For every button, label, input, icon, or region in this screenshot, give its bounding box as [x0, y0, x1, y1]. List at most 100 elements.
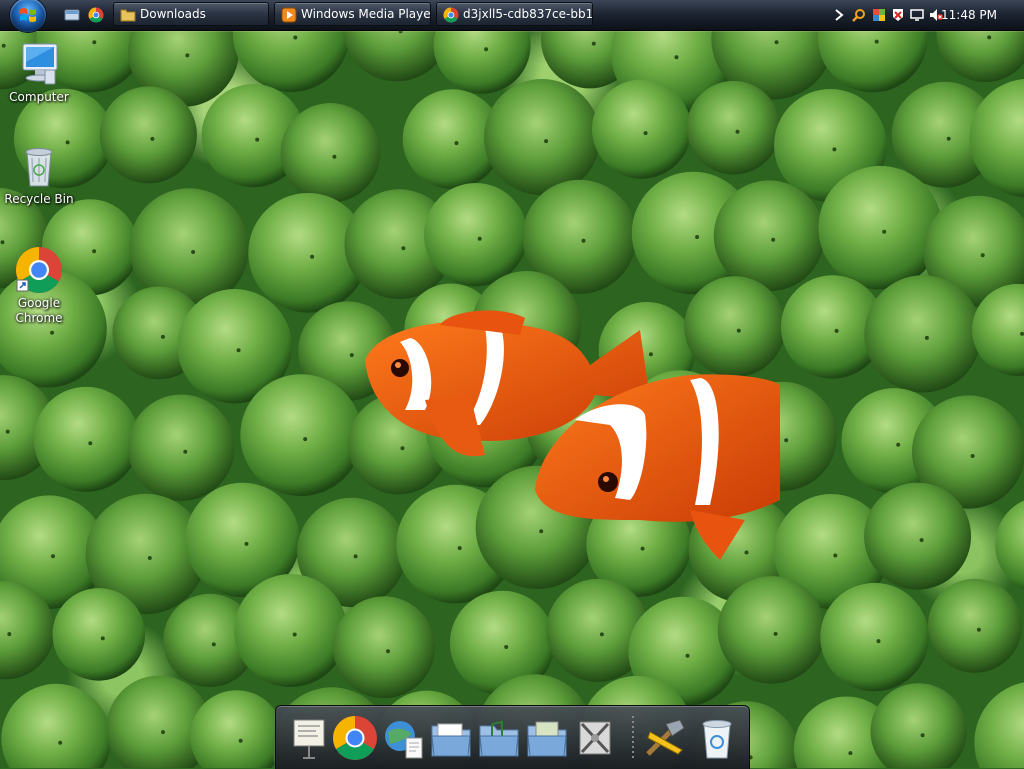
- anemone-bubble: [995, 496, 1024, 593]
- taskbar-button-media-player[interactable]: Windows Media Player: [274, 2, 431, 26]
- anemone-center: [303, 437, 307, 441]
- chrome-icon[interactable]: [332, 714, 378, 762]
- anemone-center: [7, 632, 11, 636]
- anemone-bubble: [684, 276, 785, 377]
- anemone-center: [947, 137, 951, 141]
- internet-explorer-icon[interactable]: [380, 714, 426, 762]
- anemone-center: [239, 739, 243, 743]
- desktop-icon-recycle-bin[interactable]: Recycle Bin: [0, 142, 78, 207]
- anemone-bubble: [928, 579, 1022, 673]
- application-dock: [275, 705, 750, 769]
- anemone-center: [101, 636, 105, 640]
- taskbar: Downloads Windows Media Player d3jxll5-c…: [0, 0, 1024, 31]
- search-icon[interactable]: [852, 8, 866, 22]
- anemone-center: [774, 632, 778, 636]
- anemone-center: [458, 546, 462, 550]
- anemone-center: [185, 53, 189, 57]
- folder-icon: [120, 7, 136, 23]
- taskbar-button-downloads[interactable]: Downloads: [113, 2, 269, 26]
- anemone-center: [255, 138, 259, 142]
- anemone-center: [51, 554, 55, 558]
- anemone-center: [737, 329, 741, 333]
- anemone-center: [925, 336, 929, 340]
- anemone-center: [310, 255, 314, 259]
- anemone-center: [161, 730, 165, 734]
- anemone-center: [212, 642, 216, 646]
- chrome-icon: [15, 246, 63, 294]
- chrome-icon[interactable]: [88, 7, 104, 23]
- anemone-center: [455, 141, 459, 145]
- anemone-center: [6, 430, 10, 434]
- anemone-center: [183, 450, 187, 454]
- connection-icon[interactable]: [910, 8, 924, 22]
- anemone-center: [582, 239, 586, 243]
- anemone-bubble: [687, 81, 781, 175]
- anemone-center: [237, 348, 241, 352]
- anemone-center: [771, 238, 775, 242]
- settings-tools-icon[interactable]: [572, 714, 618, 762]
- anemone-center: [58, 741, 62, 745]
- anemone-center: [478, 237, 482, 241]
- anemone-center: [191, 250, 195, 254]
- presentation-icon[interactable]: [286, 714, 332, 762]
- anemone-center: [971, 454, 975, 458]
- anemone-bubble: [864, 483, 971, 590]
- anemone-bubble: [818, 166, 942, 290]
- start-button[interactable]: [10, 0, 46, 32]
- anemone-center: [981, 253, 985, 257]
- documents-folder-icon[interactable]: [428, 714, 474, 762]
- music-folder-icon[interactable]: [476, 714, 522, 762]
- anemone-center: [987, 35, 991, 39]
- computer-icon: [15, 40, 63, 88]
- anemone-center: [835, 329, 839, 333]
- taskbar-button-label: Windows Media Player: [301, 7, 431, 21]
- anemone-center: [293, 633, 297, 637]
- desktop-icon-computer[interactable]: Computer: [0, 40, 78, 105]
- anemone-center: [644, 131, 648, 135]
- anemone-center: [592, 42, 596, 46]
- anemone-center: [92, 40, 96, 44]
- anemone-center: [977, 628, 981, 632]
- taskbar-button-chrome-window[interactable]: d3jxll5-cdb837ce-bb1...: [436, 2, 593, 26]
- anemone-bubble: [53, 588, 146, 681]
- desktop-icon-google-chrome[interactable]: Google Chrome: [0, 246, 78, 326]
- anemone-center: [877, 639, 881, 643]
- anemone-bubble: [1, 684, 111, 768]
- show-desktop-icon[interactable]: [64, 7, 80, 23]
- anemone-bubble: [128, 395, 234, 501]
- anemone-center: [50, 331, 54, 335]
- anemone-center: [293, 36, 297, 40]
- security-alert-icon[interactable]: [891, 8, 905, 22]
- anemone-center: [745, 551, 749, 555]
- anemone-bubble: [240, 374, 362, 496]
- system-tray: 11:48 PM: [816, 0, 1024, 30]
- windows-logo-icon: [19, 6, 37, 24]
- anemone-center: [332, 155, 336, 159]
- anemone-center: [504, 645, 508, 649]
- desktop-icon-label: Google Chrome: [0, 296, 78, 326]
- pictures-folder-icon[interactable]: [524, 714, 570, 762]
- desktop-icon-label: Recycle Bin: [0, 192, 78, 207]
- anemone-center: [875, 40, 879, 44]
- utilities-icon[interactable]: [642, 714, 688, 762]
- taskbar-clock[interactable]: 11:48 PM: [941, 0, 997, 30]
- anemone-center: [896, 443, 900, 447]
- anemone-center: [882, 230, 886, 234]
- anemone-bubble: [34, 387, 139, 492]
- anemone-center: [401, 246, 405, 250]
- anemone-center: [1020, 332, 1024, 336]
- trash-icon[interactable]: [694, 714, 740, 762]
- anemone-center: [921, 733, 925, 737]
- chevron-right-icon[interactable]: [832, 8, 846, 22]
- recycle-bin-icon: [15, 142, 63, 190]
- anemone-center: [148, 556, 152, 560]
- anemone-center: [848, 751, 852, 755]
- network-icon[interactable]: [872, 8, 886, 22]
- anemone-center: [736, 130, 740, 134]
- anemone-center: [161, 335, 165, 339]
- anemone-center: [641, 547, 645, 551]
- anemone-bubble: [820, 583, 928, 691]
- anemone-center: [649, 352, 653, 356]
- anemone-center: [695, 235, 699, 239]
- anemone-bubble: [718, 576, 826, 684]
